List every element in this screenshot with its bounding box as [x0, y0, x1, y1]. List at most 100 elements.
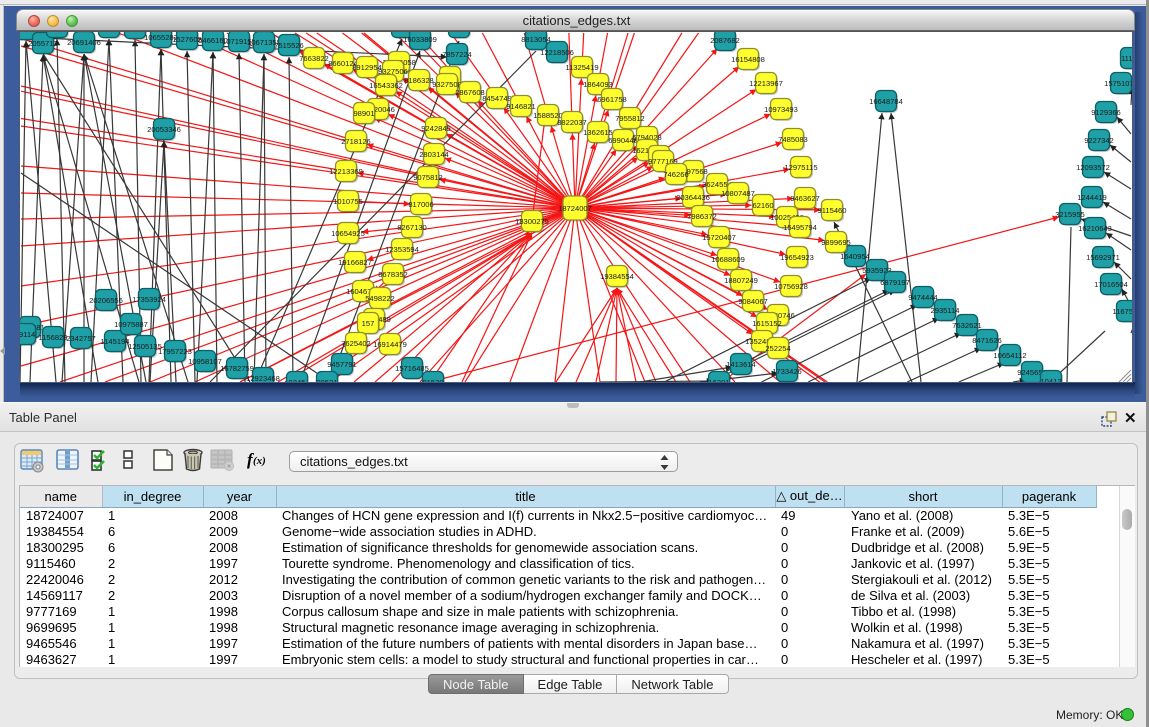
svg-text:2087682: 2087682 — [710, 36, 740, 45]
svg-text:1145194: 1145194 — [101, 337, 130, 346]
svg-text:12975115: 12975115 — [784, 163, 817, 172]
svg-text:7663822: 7663822 — [299, 54, 329, 63]
svg-text:7955812: 7955812 — [615, 114, 645, 123]
svg-text:(x): (x) — [253, 455, 266, 467]
svg-text:16391: 16391 — [708, 378, 729, 382]
svg-text:12093572: 12093572 — [1076, 163, 1110, 172]
svg-text:18724007: 18724007 — [558, 204, 592, 213]
svg-text:19654923: 19654923 — [780, 253, 814, 262]
svg-text:12213967: 12213967 — [749, 79, 783, 88]
svg-text:9245: 9245 — [289, 378, 306, 382]
svg-text:98901: 98901 — [353, 109, 374, 118]
svg-text:10756928: 10756928 — [774, 282, 808, 291]
svg-text:9457791: 9457791 — [327, 360, 357, 369]
svg-text:12213369: 12213369 — [329, 167, 363, 176]
svg-text:16210643: 16210643 — [1078, 224, 1112, 233]
svg-text:15751074: 15751074 — [1104, 79, 1132, 88]
svg-text:21063: 21063 — [124, 32, 145, 33]
svg-text:62160: 62160 — [752, 201, 773, 210]
svg-text:19384554: 19384554 — [600, 272, 634, 281]
svg-text:1244419: 1244419 — [1077, 193, 1107, 202]
svg-text:9242845: 9242845 — [421, 124, 451, 133]
svg-text:12218506: 12218506 — [540, 48, 574, 57]
svg-text:12923468: 12923468 — [246, 374, 280, 382]
svg-text:9474444: 9474444 — [908, 293, 938, 302]
svg-text:2055712: 2055712 — [28, 39, 58, 48]
svg-text:20691406: 20691406 — [67, 38, 101, 47]
svg-text:7485083: 7485083 — [778, 135, 808, 144]
svg-text:91530: 91530 — [422, 378, 443, 382]
svg-text:20364436: 20364436 — [676, 193, 710, 202]
svg-text:9227342: 9227342 — [1084, 136, 1114, 145]
svg-text:12505135: 12505135 — [128, 342, 162, 351]
svg-text:39114: 39114 — [20, 330, 35, 339]
svg-text:16782759: 16782759 — [220, 364, 254, 373]
svg-text:2718126: 2718126 — [341, 137, 371, 146]
svg-text:9146821: 9146821 — [506, 102, 536, 111]
svg-text:9115460: 9115460 — [818, 206, 847, 215]
svg-text:1864093: 1864093 — [583, 80, 613, 89]
svg-text:10975887: 10975887 — [114, 320, 148, 329]
svg-text:11325419: 11325419 — [565, 63, 598, 72]
svg-text:18300275: 18300275 — [515, 217, 549, 226]
svg-text:17957223: 17957223 — [158, 347, 192, 356]
svg-text:20053346: 20053346 — [147, 125, 181, 134]
svg-text:9084067: 9084067 — [738, 297, 768, 306]
svg-text:9129366: 9129366 — [1091, 108, 1121, 117]
svg-text:16154808: 16154808 — [731, 55, 765, 64]
svg-text:10412: 10412 — [1040, 377, 1061, 382]
svg-text:10688609: 10688609 — [711, 255, 745, 264]
svg-text:1167533: 1167533 — [1113, 307, 1133, 316]
svg-text:252254: 252254 — [765, 344, 790, 353]
svg-text:746266: 746266 — [663, 170, 688, 179]
svg-text:1413614: 1413614 — [726, 360, 756, 369]
svg-text:20521: 20521 — [316, 378, 337, 382]
svg-text:7986372: 7986372 — [687, 212, 717, 221]
svg-text:12353594: 12353594 — [385, 245, 419, 254]
svg-text:15692971: 15692971 — [1086, 253, 1120, 262]
svg-text:8678352: 8678352 — [378, 270, 408, 279]
svg-text:15495794: 15495794 — [783, 223, 817, 232]
svg-text:17353924: 17353924 — [132, 295, 166, 304]
svg-text:7857224: 7857224 — [442, 50, 472, 59]
svg-text:7515526: 7515526 — [274, 41, 304, 50]
svg-text:16033809: 16033809 — [403, 35, 437, 44]
svg-text:2803144: 2803144 — [419, 150, 449, 159]
svg-text:1156829: 1156829 — [39, 333, 68, 342]
svg-text:8471626: 8471626 — [972, 336, 1002, 345]
svg-text:9075812: 9075812 — [413, 173, 443, 182]
svg-text:9899695: 9899695 — [821, 238, 851, 247]
svg-text:20206556: 20206556 — [89, 296, 123, 305]
svg-text:3215955: 3215955 — [1055, 210, 1085, 219]
svg-text:2342757: 2342757 — [66, 334, 96, 343]
svg-text:19166827: 19166827 — [338, 258, 372, 267]
svg-text:6961758: 6961758 — [597, 95, 627, 104]
svg-text:10654112: 10654112 — [993, 351, 1026, 360]
svg-text:2935114: 2935114 — [931, 306, 960, 315]
svg-text:8822037: 8822037 — [557, 118, 587, 127]
svg-text:8186328: 8186328 — [404, 76, 434, 85]
svg-text:18807249: 18807249 — [724, 276, 758, 285]
svg-text:10807487: 10807487 — [721, 189, 755, 198]
svg-text:6879197: 6879197 — [880, 278, 910, 287]
svg-text:8267130: 8267130 — [397, 223, 427, 232]
svg-text:16543362: 16543362 — [369, 81, 403, 90]
svg-text:7632621: 7632621 — [952, 321, 982, 330]
svg-text:2867608: 2867608 — [455, 88, 485, 97]
svg-text:9463627: 9463627 — [790, 194, 820, 203]
svg-text:10973493: 10973493 — [764, 105, 798, 114]
svg-text:5498222: 5498222 — [365, 294, 395, 303]
svg-text:1010755: 1010755 — [333, 197, 363, 206]
svg-text:16914479: 16914479 — [373, 340, 407, 349]
svg-text:15720407: 15720407 — [702, 233, 736, 242]
svg-text:10654925: 10654925 — [331, 229, 365, 238]
svg-text:15716485: 15716485 — [395, 364, 429, 373]
svg-text:817006: 817006 — [408, 200, 433, 209]
svg-text:157: 157 — [362, 319, 375, 328]
svg-text:17016504: 17016504 — [1094, 280, 1128, 289]
svg-text:8813054: 8813054 — [521, 35, 551, 44]
svg-text:7625402: 7625402 — [341, 339, 371, 348]
svg-text:11121: 11121 — [1121, 54, 1132, 63]
svg-text:1733426: 1733426 — [772, 367, 802, 376]
svg-text:1615152: 1615152 — [752, 319, 782, 328]
